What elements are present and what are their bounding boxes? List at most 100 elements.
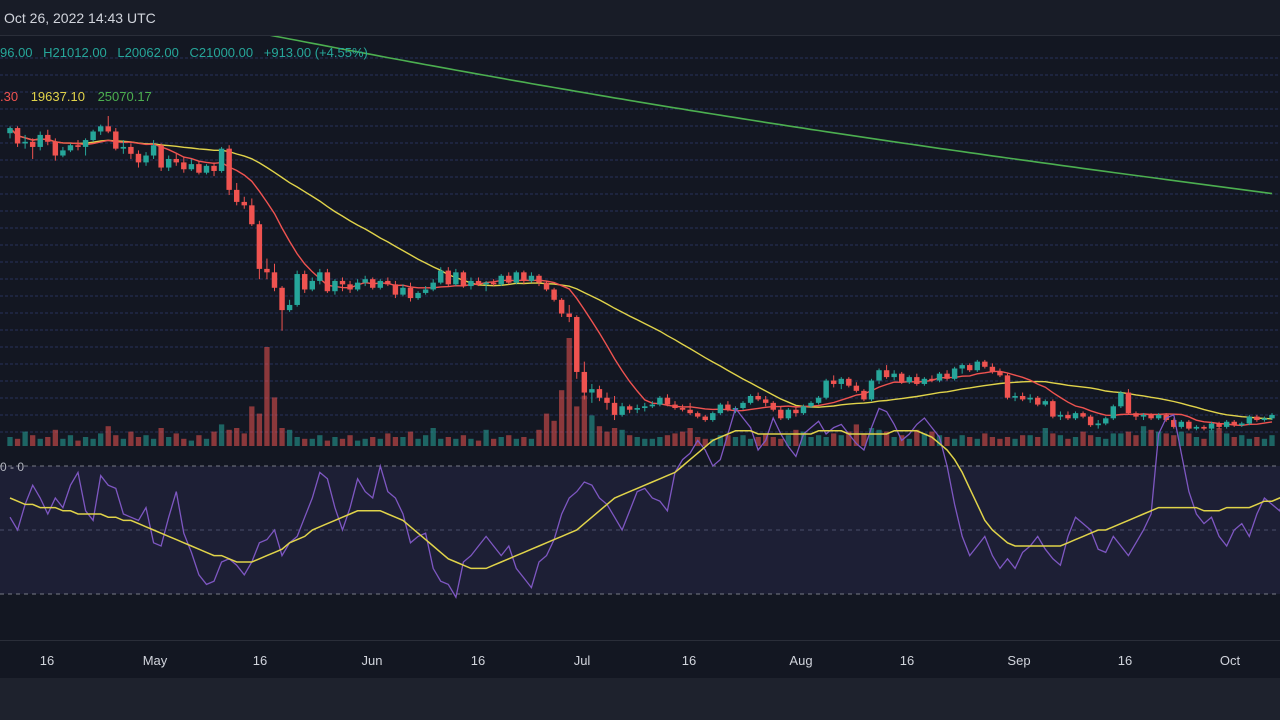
candle-body — [67, 145, 74, 151]
candle-body — [868, 380, 875, 400]
candle-body — [309, 280, 315, 290]
candle-body — [551, 289, 557, 300]
candle-body — [528, 275, 535, 281]
candle-body — [490, 282, 497, 285]
candle-body — [128, 146, 134, 154]
volume-bar — [513, 438, 519, 446]
volume-bar — [732, 437, 739, 446]
candle-body — [936, 373, 943, 381]
volume-bar — [422, 435, 429, 446]
candle-body — [422, 289, 429, 293]
candle-body — [1050, 401, 1056, 417]
candle-body — [1140, 414, 1147, 417]
candle-body — [1019, 395, 1026, 400]
candle-body — [7, 128, 13, 134]
x-label: Jul — [573, 653, 591, 668]
candle-body — [430, 282, 436, 290]
candle-body — [286, 304, 293, 311]
candle-body — [400, 287, 406, 295]
candle-body — [196, 164, 202, 173]
candle-body — [218, 148, 225, 171]
volume-bar — [271, 397, 278, 446]
candle-body — [90, 131, 96, 141]
x-label: Oct — [1219, 653, 1241, 668]
candle-body — [181, 162, 187, 170]
volume-bar — [521, 437, 527, 446]
volume-bar — [332, 437, 338, 446]
candle-body — [626, 406, 633, 410]
candle-body — [1193, 426, 1200, 429]
volume-bar — [1095, 437, 1101, 446]
candle-body — [566, 313, 572, 317]
volume-bar — [438, 438, 444, 446]
candle-body — [233, 189, 240, 202]
candle-body — [755, 395, 761, 400]
volume-bar — [944, 437, 950, 446]
rsi-label: 0 - 0 — [0, 460, 25, 474]
candle-body — [1208, 423, 1215, 429]
candle-body — [120, 146, 127, 149]
candle-body — [165, 158, 172, 168]
volume-bar — [1065, 438, 1071, 446]
candle-body — [498, 275, 504, 285]
candle-body — [445, 270, 452, 285]
candle-body — [354, 282, 361, 290]
volume-bar — [324, 440, 331, 446]
volume-bar — [831, 433, 837, 446]
volume-bar — [679, 431, 686, 446]
volume-bar — [98, 433, 104, 446]
candle-body — [543, 282, 550, 290]
volume-bar — [1035, 437, 1041, 446]
candle-body — [1246, 416, 1253, 424]
candle-body — [188, 164, 195, 170]
volume-bar — [52, 429, 58, 446]
candle-body — [891, 373, 897, 378]
volume-bar — [770, 437, 776, 446]
candle-body — [1155, 414, 1162, 419]
candle-body — [581, 371, 588, 393]
volume-bar — [128, 431, 134, 446]
x-label: Sep — [1007, 653, 1031, 668]
candle-body — [1178, 421, 1185, 427]
volume-bar — [490, 438, 497, 446]
candle-body — [226, 148, 232, 190]
candle-body — [982, 361, 988, 367]
candle-body — [898, 373, 905, 383]
ma-mid-value: 19637.10 — [30, 89, 85, 104]
candle-body — [536, 275, 542, 283]
candle-body — [694, 413, 701, 417]
volume-bar — [642, 438, 648, 446]
volume-bar — [249, 406, 255, 446]
candle-body — [271, 272, 278, 288]
candle-body — [1080, 413, 1086, 417]
candle-body — [1261, 418, 1268, 421]
volume-bar — [989, 437, 996, 446]
volume-bar — [657, 437, 663, 446]
volume-bar — [1208, 429, 1215, 446]
candle-body — [1118, 392, 1124, 407]
volume-bar — [543, 413, 550, 446]
volume-bar — [823, 437, 829, 446]
candlestick-chart[interactable] — [0, 0, 1280, 640]
volume-bar — [241, 433, 247, 446]
candle-body — [1057, 414, 1064, 417]
volume-bar — [1186, 433, 1192, 446]
x-label: May — [142, 653, 168, 668]
volume-bar — [536, 429, 542, 446]
volume-bar — [498, 437, 504, 446]
x-label: 16 — [470, 653, 486, 668]
candle-body — [944, 373, 950, 379]
candle-body — [377, 280, 384, 288]
candle-body — [1201, 426, 1207, 429]
candle-body — [135, 153, 142, 163]
volume-bar — [150, 438, 157, 446]
volume-bar — [226, 429, 232, 446]
candle-body — [770, 402, 776, 410]
candle-body — [634, 408, 640, 410]
candle-body — [1004, 375, 1011, 398]
volume-bar — [838, 435, 844, 446]
ohlc-legend: 96.00 H21012.00 L20062.00 C21000.00 +913… — [0, 45, 375, 60]
candle-body — [853, 385, 860, 391]
candle-body — [370, 279, 376, 288]
volume-bar — [1133, 435, 1139, 446]
